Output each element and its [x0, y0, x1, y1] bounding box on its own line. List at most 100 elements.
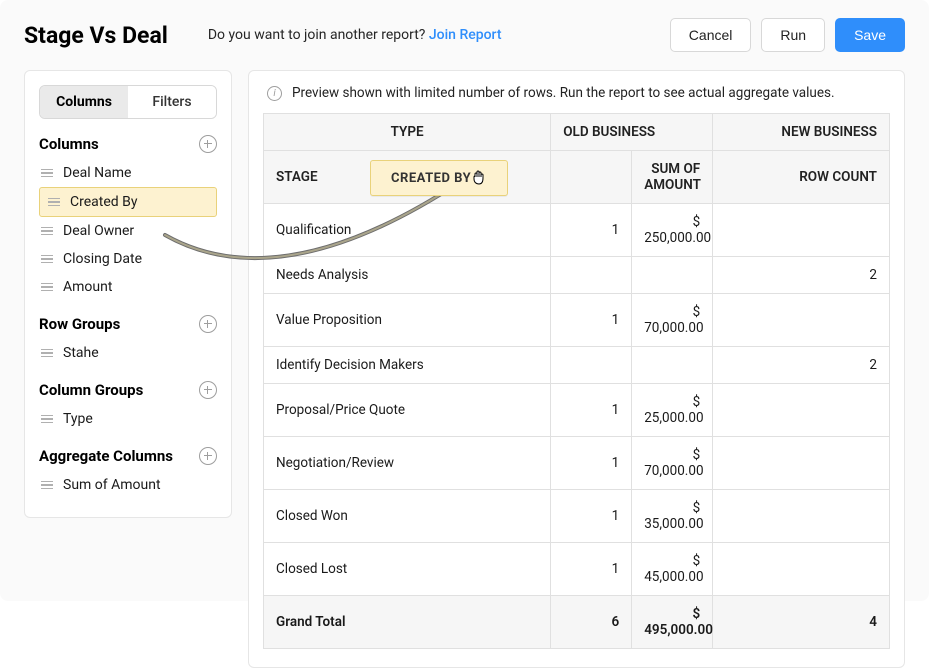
save-button[interactable]: Save	[835, 18, 905, 52]
cell-count: 1	[551, 204, 632, 257]
cell-count	[551, 347, 632, 384]
column-item-created-by[interactable]: Created By	[39, 187, 217, 217]
table-row: Closed Won1$ 35,000.00	[264, 490, 890, 543]
item-label: Stahe	[63, 345, 99, 361]
cell-sum: $ 70,000.00	[632, 437, 713, 490]
report-table: TYPE OLD BUSINESS NEW BUSINESS STAGE SUM…	[263, 113, 890, 649]
th-sum-of-amount: SUM OF AMOUNT	[632, 151, 713, 204]
cell-grand-total-row-count: 4	[713, 596, 890, 649]
th-type: TYPE	[264, 114, 551, 151]
section-columns-title: Columns	[39, 135, 99, 153]
cell-row-count	[713, 384, 890, 437]
tab-filters[interactable]: Filters	[128, 86, 216, 118]
drag-handle-icon	[41, 169, 53, 178]
section-aggregate-columns-title: Aggregate Columns	[39, 447, 173, 465]
tab-columns[interactable]: Columns	[40, 86, 128, 118]
cell-row-count	[713, 543, 890, 596]
cell-row-count	[713, 294, 890, 347]
section-columns: Columns Deal Name Created By Deal Owner	[39, 135, 217, 301]
add-row-group-icon[interactable]	[199, 315, 217, 333]
preview-notice: Preview shown with limited number of row…	[263, 85, 890, 101]
cell-row-count	[713, 490, 890, 543]
cell-sum	[632, 257, 713, 294]
table-row: Identify Decision Makers 2	[264, 347, 890, 384]
cell-grand-total-sum: $ 495,000.00	[632, 596, 713, 649]
column-group-item[interactable]: Type	[39, 405, 217, 433]
table-row: Negotiation/Review1$ 70,000.00	[264, 437, 890, 490]
cell-count	[551, 257, 632, 294]
item-label: Sum of Amount	[63, 477, 161, 493]
page-title: Stage Vs Deal	[24, 22, 168, 49]
drag-handle-icon	[41, 481, 53, 490]
cell-sum: $ 25,000.00	[632, 384, 713, 437]
column-item-deal-name[interactable]: Deal Name	[39, 159, 217, 187]
cell-sum: $ 250,000.00	[632, 204, 713, 257]
item-label: Amount	[63, 279, 112, 295]
th-stage: STAGE	[264, 151, 551, 204]
section-row-groups: Row Groups Stahe	[39, 315, 217, 367]
section-row-groups-title: Row Groups	[39, 315, 120, 333]
cell-row-count: 2	[713, 347, 890, 384]
table-row: Proposal/Price Quote1$ 25,000.00	[264, 384, 890, 437]
table-row: Qualification1$ 250,000.00	[264, 204, 890, 257]
cell-sum: $ 70,000.00	[632, 294, 713, 347]
item-label: Closing Date	[63, 251, 142, 267]
cell-row-count: 2	[713, 257, 890, 294]
th-new-business: NEW BUSINESS	[713, 114, 890, 151]
column-item-amount[interactable]: Amount	[39, 273, 217, 301]
cell-grand-total-count: 6	[551, 596, 632, 649]
cell-stage: Value Proposition	[264, 294, 551, 347]
section-column-groups-title: Column Groups	[39, 381, 143, 399]
th-row-count: ROW COUNT	[713, 151, 890, 204]
column-item-closing-date[interactable]: Closing Date	[39, 245, 217, 273]
cell-count: 1	[551, 437, 632, 490]
drag-handle-icon	[41, 227, 53, 236]
table-row: Closed Lost1$ 45,000.00	[264, 543, 890, 596]
row-group-item[interactable]: Stahe	[39, 339, 217, 367]
th-old-business: OLD BUSINESS	[551, 114, 713, 151]
cell-count: 1	[551, 384, 632, 437]
add-aggregate-column-icon[interactable]	[199, 447, 217, 465]
cell-stage: Negotiation/Review	[264, 437, 551, 490]
drag-handle-icon	[41, 349, 53, 358]
cell-stage: Closed Won	[264, 490, 551, 543]
drag-handle-icon	[41, 415, 53, 424]
drag-handle-icon	[41, 255, 53, 264]
sidebar-tabs: Columns Filters	[39, 85, 217, 119]
drag-handle-icon	[48, 198, 60, 207]
item-label: Type	[63, 411, 93, 427]
section-column-groups: Column Groups Type	[39, 381, 217, 433]
cell-stage: Qualification	[264, 204, 551, 257]
cell-sum: $ 35,000.00	[632, 490, 713, 543]
info-icon	[267, 86, 282, 101]
cell-grand-total-label: Grand Total	[264, 596, 551, 649]
cell-row-count	[713, 437, 890, 490]
cell-stage: Needs Analysis	[264, 257, 551, 294]
item-label: Created By	[70, 194, 137, 210]
grand-total-row: Grand Total6$ 495,000.004	[264, 596, 890, 649]
run-button[interactable]: Run	[761, 18, 825, 52]
cell-sum: $ 45,000.00	[632, 543, 713, 596]
subtitle: Do you want to join another report? Join…	[208, 27, 502, 43]
section-aggregate-columns: Aggregate Columns Sum of Amount	[39, 447, 217, 499]
add-column-icon[interactable]	[199, 135, 217, 153]
preview-panel: Preview shown with limited number of row…	[248, 70, 905, 668]
aggregate-column-item[interactable]: Sum of Amount	[39, 471, 217, 499]
cell-count: 1	[551, 490, 632, 543]
cell-sum	[632, 347, 713, 384]
cell-row-count	[713, 204, 890, 257]
join-report-link[interactable]: Join Report	[429, 27, 502, 43]
cell-stage: Identify Decision Makers	[264, 347, 551, 384]
table-row: Value Proposition1$ 70,000.00	[264, 294, 890, 347]
add-column-group-icon[interactable]	[199, 381, 217, 399]
column-item-deal-owner[interactable]: Deal Owner	[39, 217, 217, 245]
cancel-button[interactable]: Cancel	[670, 18, 752, 52]
drag-handle-icon	[41, 283, 53, 292]
table-row: Needs Analysis 2	[264, 257, 890, 294]
sidebar: Columns Filters Columns Deal Name Create…	[24, 70, 232, 518]
cell-stage: Proposal/Price Quote	[264, 384, 551, 437]
notice-text: Preview shown with limited number of row…	[292, 85, 835, 101]
item-label: Deal Owner	[63, 223, 134, 239]
cell-count: 1	[551, 543, 632, 596]
cell-count: 1	[551, 294, 632, 347]
